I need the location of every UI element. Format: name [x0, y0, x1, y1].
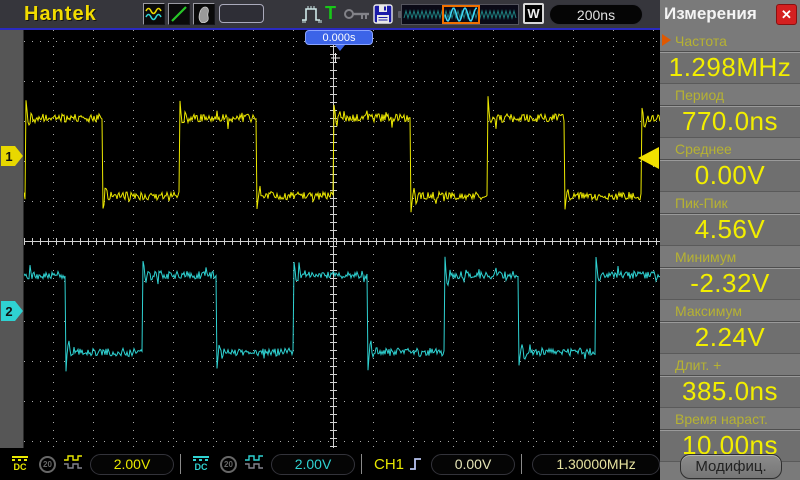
pulse-mode-button[interactable]	[300, 3, 324, 25]
left-margin-strip	[0, 30, 24, 448]
key-icon	[344, 9, 369, 19]
trigger-time-marker[interactable]: 0.000s	[305, 30, 373, 51]
statusbar-divider	[521, 454, 523, 474]
hand-icon	[198, 6, 209, 23]
channels-waveform-button[interactable]	[143, 3, 165, 25]
cursor-line-button[interactable]	[168, 3, 190, 25]
ch2-coupling-button[interactable]: DC	[190, 456, 212, 472]
waveform-display	[23, 30, 661, 448]
measurement-item-poswidth: Длит. + 385.0ns	[660, 354, 800, 408]
panel-title: Измерения	[664, 4, 757, 23]
selected-arrow-icon	[662, 34, 677, 46]
ch2-coupling-label: DC	[194, 462, 208, 472]
ch2-badge-label: 2	[5, 304, 12, 319]
status-bar: DC 20 2.00V DC 20 2.00V CH1 0.00V 1.3000…	[0, 448, 661, 480]
measurement-item-period: Период 770.0ns	[660, 84, 800, 138]
close-icon: ✕	[781, 7, 792, 22]
trace-layer	[23, 96, 661, 372]
preview-dim-trace	[403, 9, 517, 20]
measurement-item-frequency: Частота 1.298MHz	[660, 30, 800, 84]
measurements-panel: Измерения ✕ Частота 1.298MHz Период 770.…	[660, 0, 800, 480]
rising-edge-icon	[410, 458, 422, 470]
statusbar-divider	[180, 454, 181, 474]
trigger-frequency-counter: 1.30000MHz	[532, 453, 661, 475]
measurement-label: Период	[675, 86, 725, 103]
measurement-item-peakpeak: Пик-Пик 4.56V	[660, 192, 800, 246]
measurement-label: Время нараст.	[675, 410, 768, 427]
measurement-label: Максимум	[675, 302, 742, 319]
measurement-value: -2.32V	[660, 267, 800, 300]
waveform-preview-icon	[403, 5, 517, 24]
dc-solid-line-icon	[193, 456, 209, 458]
dc-dashed-line-icon	[193, 459, 209, 461]
statusbar-divider	[361, 454, 362, 474]
close-button[interactable]: ✕	[776, 4, 797, 25]
waveform-preview-strip[interactable]	[401, 4, 519, 25]
bw-20-icon: 20	[224, 459, 233, 469]
trigger-time-label: 0.000s	[322, 31, 356, 44]
brand-logo: Hantek	[24, 3, 97, 25]
measurement-label: Пик-Пик	[675, 194, 728, 211]
trace-ch2	[23, 256, 661, 372]
panel-header: Измерения ✕	[660, 0, 800, 28]
cursor-line-icon	[171, 6, 187, 22]
trigger-status-indicator: T	[325, 3, 336, 23]
channels-waveform-icon	[145, 7, 162, 21]
measurement-list: Частота 1.298MHz Период 770.0ns Среднее …	[660, 30, 800, 462]
ch1-volts-per-div[interactable]: 2.00V	[90, 453, 174, 475]
ch1-coupling-button[interactable]: DC	[9, 456, 31, 472]
measurement-item-mean: Среднее 0.00V	[660, 138, 800, 192]
trigger-source-label[interactable]: CH1	[374, 456, 404, 473]
ch2-invert-button[interactable]	[244, 454, 264, 475]
bw-20-icon: 20	[43, 459, 52, 469]
measurement-label: Минимум	[675, 248, 737, 265]
ch1-badge-label: 1	[5, 149, 12, 164]
toolbar-field[interactable]	[219, 4, 264, 23]
save-button[interactable]	[372, 3, 394, 25]
trigger-level-readout[interactable]: 0.00V	[431, 453, 516, 475]
ch1-coupling-label: DC	[13, 462, 27, 472]
measurement-item-minimum: Минимум -2.32V	[660, 246, 800, 300]
waveform-svg	[23, 30, 661, 448]
timebase-readout[interactable]: 200ns	[549, 4, 643, 25]
measurement-value: 0.00V	[660, 159, 800, 192]
measurement-value: 4.56V	[660, 213, 800, 246]
modify-button[interactable]: Модифиц.	[680, 454, 782, 479]
measurement-label: Среднее	[675, 140, 732, 157]
dc-solid-line-icon	[12, 456, 28, 458]
measurement-label: Длит. +	[675, 356, 722, 373]
dc-dashed-line-icon	[12, 459, 28, 461]
measurement-label: Частота	[675, 32, 727, 49]
lock-key-button[interactable]	[344, 3, 371, 25]
ch1-invert-icon	[64, 454, 82, 469]
save-icon	[373, 4, 393, 24]
measurement-value: 2.24V	[660, 321, 800, 354]
measurement-item-maximum: Максимум 2.24V	[660, 300, 800, 354]
top-toolbar: Hantek T W 200ns	[0, 0, 660, 28]
ch2-position-marker[interactable]: 2	[1, 301, 24, 321]
measurement-value: 385.0ns	[660, 375, 800, 408]
hand-tool-button[interactable]	[193, 3, 215, 25]
ch1-invert-button[interactable]	[63, 454, 83, 475]
ch1-bandwidth-limit-button[interactable]: 20	[39, 455, 56, 473]
oscilloscope-screen: Hantek T W 200ns 0.000s 1 2 Измерения ✕ …	[0, 0, 800, 480]
ch2-bandwidth-limit-button[interactable]: 20	[220, 455, 237, 473]
ch2-volts-per-div[interactable]: 2.00V	[271, 453, 355, 475]
measurement-value: 770.0ns	[660, 105, 800, 138]
trace-ch1	[23, 96, 661, 213]
ch1-position-marker[interactable]: 1	[1, 146, 24, 166]
measurement-value: 1.298MHz	[660, 51, 800, 84]
pulse-icon	[302, 6, 322, 23]
ch2-invert-icon	[245, 454, 263, 469]
window-zoom-button[interactable]: W	[523, 3, 544, 24]
grid-layer	[24, 30, 660, 448]
